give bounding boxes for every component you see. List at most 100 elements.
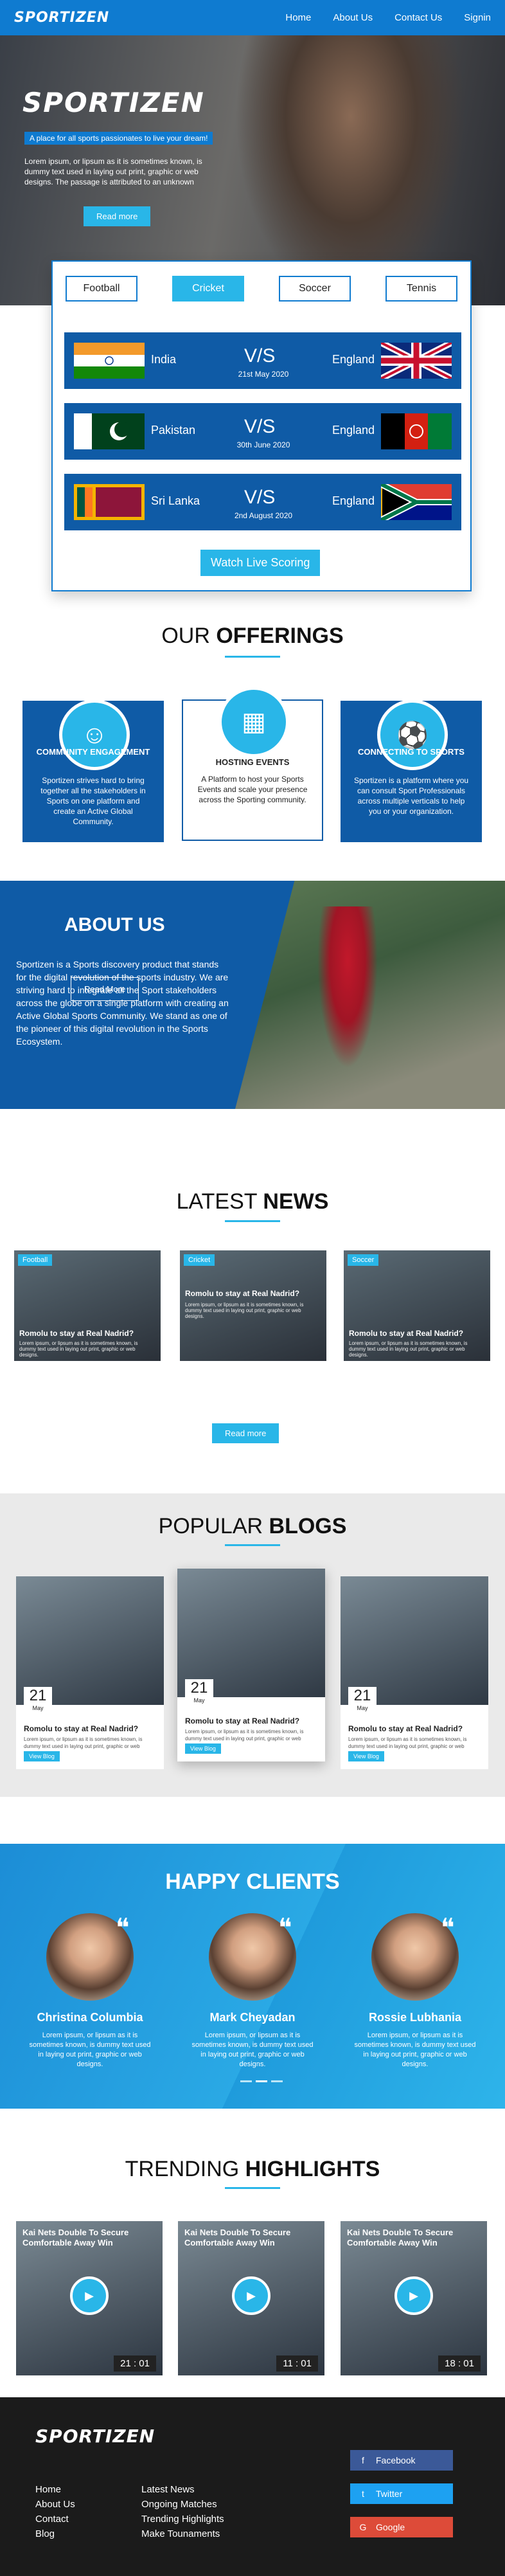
blog-card[interactable]: 21 May Romolu to stay at Real Nadrid? Lorem…: [177, 1569, 325, 1761]
news-card[interactable]: Football Romolu to stay at Real Nadrid? Lo…: [14, 1250, 161, 1361]
tab-cricket[interactable]: Cricket: [172, 276, 244, 302]
footer-link[interactable]: Blog: [35, 2526, 75, 2541]
client-text: Lorem ipsum, or lipsum as it is sometime…: [29, 2031, 151, 2068]
news-category: Soccer: [348, 1254, 379, 1266]
carousel-dot[interactable]: [256, 2080, 267, 2082]
highlight-title: Kai Nets Double To Secure Comfortable Aw…: [347, 2228, 454, 2247]
highlight-card[interactable]: Kai Nets Double To Secure Comfortable Aw…: [178, 2221, 324, 2375]
team-two: England: [332, 353, 375, 366]
blog-card[interactable]: 21 May Romolu to stay at Real Nadrid? Lorem…: [341, 1576, 488, 1769]
uk-flag-icon: [381, 343, 452, 379]
news-title: Romolu to stay at Real Nadrid?: [349, 1329, 464, 1338]
nav-menu: Home About Us Contact Us Signin: [285, 12, 491, 23]
hero-read-more-button[interactable]: Read more: [84, 206, 151, 226]
team-one: Sri Lanka: [151, 494, 200, 507]
social-label: Google: [376, 2522, 405, 2532]
footer-link[interactable]: Trending Highlights: [141, 2512, 224, 2526]
tab-football[interactable]: Football: [66, 276, 137, 302]
soccer-ball-icon: ⚽: [377, 699, 448, 770]
blog-day: 21: [353, 1687, 371, 1704]
footer-logo[interactable]: SPORTIZEN: [35, 2426, 155, 2447]
highlight-card[interactable]: Kai Nets Double To Secure Comfortable Aw…: [16, 2221, 163, 2375]
blog-day: 21: [29, 1687, 47, 1704]
nav-about[interactable]: About Us: [333, 12, 373, 23]
section-title-offerings: OUR OFFERINGS: [0, 624, 505, 649]
title-bold: OFFERINGS: [216, 624, 344, 648]
highlight-title: Kai Nets Double To Secure Comfortable Aw…: [184, 2228, 291, 2247]
title-light: LATEST: [176, 1189, 263, 1214]
carousel-dots: [240, 2080, 283, 2082]
social-label: Facebook: [376, 2455, 416, 2465]
india-flag-icon: [74, 343, 145, 379]
client-card: ❝ Mark Cheyadan Lorem ipsum, or lipsum as …: [175, 1913, 330, 2069]
about-read-more-button[interactable]: Read More: [71, 977, 139, 1001]
facebook-button[interactable]: f Facebook: [350, 2450, 453, 2471]
blog-month: May: [357, 1705, 368, 1711]
player-figure: [312, 906, 383, 1086]
versus-label: V/S: [244, 345, 276, 366]
news-card[interactable]: Soccer Romolu to stay at Real Nadrid? Lore…: [344, 1250, 490, 1361]
match-row[interactable]: Sri Lanka V/S 2nd August 2020 England: [64, 474, 461, 530]
watch-live-scoring-button[interactable]: Watch Live Scoring: [200, 550, 321, 576]
offering-text: Sportizen strives hard to bring together…: [40, 776, 146, 826]
team-one: India: [151, 353, 177, 366]
view-blog-button[interactable]: View Blog: [348, 1751, 384, 1761]
news-title: Romolu to stay at Real Nadrid?: [19, 1329, 134, 1338]
play-icon[interactable]: ▶: [70, 2276, 109, 2315]
blog-day: 21: [190, 1679, 208, 1697]
team-two: England: [332, 424, 375, 437]
offering-title: COMMUNITY ENGAGEMENT: [36, 747, 150, 757]
match-row[interactable]: Pakistan V/S 30th June 2020 England: [64, 403, 461, 460]
twitter-button[interactable]: t Twitter: [350, 2483, 453, 2504]
carousel-dot[interactable]: [240, 2080, 252, 2082]
title-bold: HIGHLIGHTS: [245, 2157, 380, 2181]
google-button[interactable]: G Google: [350, 2517, 453, 2537]
blog-card[interactable]: 21 May Romolu to stay at Real Nadrid? Lorem…: [16, 1576, 164, 1769]
footer-link[interactable]: Latest News: [141, 2482, 224, 2497]
title-light: POPULAR: [158, 1514, 269, 1538]
match-date: 21st May 2020: [238, 370, 289, 379]
google-icon: G: [359, 2522, 367, 2532]
carousel-dot[interactable]: [271, 2080, 283, 2082]
nav-home[interactable]: Home: [285, 12, 311, 23]
match-row[interactable]: India V/S 21st May 2020 England: [64, 332, 461, 389]
title-bold: NEWS: [263, 1189, 329, 1214]
view-blog-button[interactable]: View Blog: [24, 1751, 60, 1761]
play-icon[interactable]: ▶: [394, 2276, 433, 2315]
footer-link[interactable]: Contact: [35, 2512, 75, 2526]
twitter-icon: t: [362, 2489, 364, 2499]
video-duration: 21 : 01: [114, 2355, 156, 2372]
tab-soccer[interactable]: Soccer: [279, 276, 351, 302]
footer-link[interactable]: Home: [35, 2482, 75, 2497]
footer: SPORTIZEN Home About Us Contact Blog Lat…: [0, 2397, 505, 2576]
highlight-card[interactable]: Kai Nets Double To Secure Comfortable Aw…: [341, 2221, 487, 2375]
pakistan-flag-icon: [74, 413, 145, 449]
blog-title: Romolu to stay at Real Nadrid?: [348, 1724, 463, 1733]
nav-signin[interactable]: Signin: [464, 12, 491, 23]
team-one: Pakistan: [151, 424, 196, 437]
footer-link[interactable]: Ongoing Matches: [141, 2497, 224, 2512]
play-icon[interactable]: ▶: [232, 2276, 270, 2315]
footer-link[interactable]: Make Tounaments: [141, 2526, 224, 2541]
nav-logo[interactable]: SPORTIZEN: [14, 10, 109, 26]
client-name: Mark Cheyadan: [209, 2011, 296, 2024]
about-section: ABOUT US Sportizen is a Sports discovery…: [0, 881, 505, 1109]
blog-image: [16, 1576, 164, 1705]
nav-contact[interactable]: Contact Us: [394, 12, 442, 23]
blog-image: [177, 1569, 325, 1697]
news-read-more-button[interactable]: Read more: [212, 1423, 279, 1443]
offering-title: CONNECTING TO SPORTS: [358, 747, 465, 757]
news-card[interactable]: Cricket Romolu to stay at Real Nadrid? Lor…: [180, 1250, 326, 1361]
footer-link[interactable]: About Us: [35, 2497, 75, 2512]
blog-image: [341, 1576, 488, 1705]
client-text: Lorem ipsum, or lipsum as it is sometime…: [354, 2031, 476, 2068]
quote-icon: ❝: [441, 1914, 455, 1942]
client-card: ❝ Christina Columbia Lorem ipsum, or lipsu…: [13, 1913, 167, 2069]
tab-tennis[interactable]: Tennis: [385, 276, 457, 302]
community-icon: ☺: [59, 699, 130, 770]
offering-text: A Platform to host your Sports Events an…: [197, 775, 308, 804]
versus-label: V/S: [244, 416, 276, 437]
section-title-blogs: POPULAR BLOGS: [0, 1514, 505, 1539]
afghanistan-flag-icon: [381, 413, 452, 449]
view-blog-button[interactable]: View Blog: [185, 1743, 221, 1754]
